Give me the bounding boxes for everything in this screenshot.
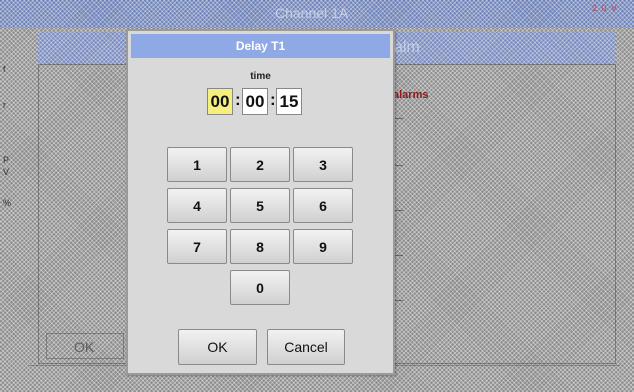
minutes-field[interactable]: 00 xyxy=(242,88,268,115)
keypad-key-4[interactable]: 4 xyxy=(167,188,227,223)
background-tick xyxy=(395,165,403,166)
keypad-key-0[interactable]: 0 xyxy=(230,270,290,305)
keypad-key-1[interactable]: 1 xyxy=(167,147,227,182)
background-alarms-label: alarms xyxy=(393,89,429,101)
background-side-label: V xyxy=(3,167,10,177)
time-separator: : xyxy=(235,90,241,109)
keypad-key-2[interactable]: 2 xyxy=(230,147,290,182)
background-tick xyxy=(395,255,403,256)
keypad-key-5[interactable]: 5 xyxy=(230,188,290,223)
seconds-field[interactable]: 15 xyxy=(276,88,302,115)
keypad-key-6[interactable]: 6 xyxy=(293,188,353,223)
background-status-indicator: 2 0 V xyxy=(592,3,619,13)
background-side-label: f xyxy=(3,64,6,74)
background-tick xyxy=(395,300,403,301)
time-label: time xyxy=(250,71,271,82)
delay-dialog: Delay T1 time 00 : 00 : 15 1 2 3 4 5 6 7… xyxy=(126,29,395,375)
background-ok-label: OK xyxy=(74,339,95,355)
background-window-title: Channel 1A xyxy=(275,5,349,21)
cancel-button[interactable]: Cancel xyxy=(267,329,345,365)
background-tick xyxy=(395,210,403,211)
hours-field[interactable]: 00 xyxy=(207,88,233,115)
background-tick xyxy=(395,118,403,119)
background-side-label: r xyxy=(3,100,6,110)
keypad-key-9[interactable]: 9 xyxy=(293,229,353,264)
keypad-key-7[interactable]: 7 xyxy=(167,229,227,264)
background-side-label: P xyxy=(3,155,10,165)
ok-button[interactable]: OK xyxy=(178,329,257,365)
dialog-title: Delay T1 xyxy=(131,34,390,58)
keypad-key-8[interactable]: 8 xyxy=(230,229,290,264)
background-side-label: % xyxy=(3,198,12,208)
keypad-key-3[interactable]: 3 xyxy=(293,147,353,182)
time-separator: : xyxy=(270,90,276,109)
background-header-title: alm xyxy=(394,39,420,56)
